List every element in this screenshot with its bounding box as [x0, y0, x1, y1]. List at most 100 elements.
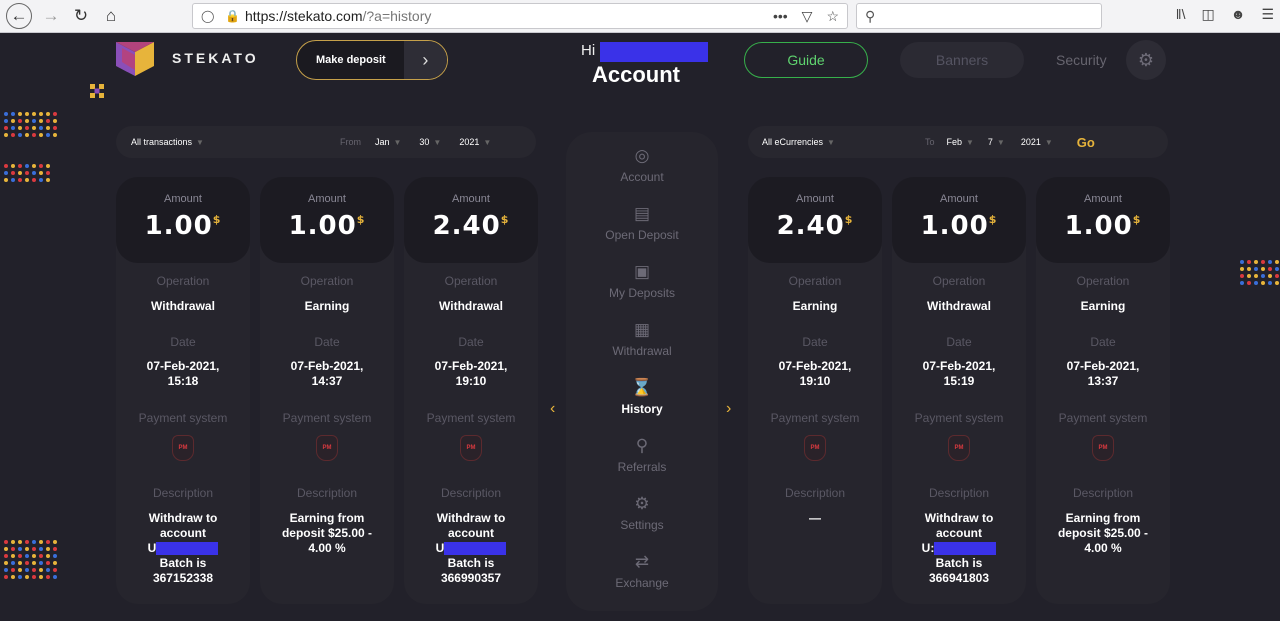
perfect-money-icon: PM — [948, 435, 970, 461]
page-title: Account — [592, 62, 680, 87]
make-deposit-label: Make deposit — [316, 54, 386, 66]
bookmark-star-icon[interactable]: ☆ — [826, 8, 839, 25]
to-year-select[interactable]: 2021 ▼ — [1021, 137, 1053, 147]
description-value: — — [809, 511, 821, 525]
hourglass-icon: ⌛ — [631, 378, 653, 397]
to-month-select[interactable]: Feb ▼ — [946, 137, 973, 147]
search-input[interactable]: ⚲ — [856, 3, 1102, 29]
menu-item-withdrawal[interactable]: ▦ Withdrawal — [566, 320, 718, 358]
date-value: 07-Feb-2021, 19:10 — [778, 359, 852, 388]
redacted-account — [156, 542, 219, 556]
next-arrow-icon[interactable]: › — [726, 400, 731, 418]
description-value: Withdraw to account U: Batch is 366941803 — [900, 511, 1018, 586]
shield-icon[interactable]: ◯ — [201, 9, 215, 23]
from-label: From — [339, 137, 361, 147]
perfect-money-icon: PM — [316, 435, 338, 461]
description-value: Withdraw to account U Batch is 366990357 — [435, 511, 507, 585]
chevron-down-icon: ▼ — [483, 137, 492, 147]
menu-item-my-deposits[interactable]: ▣ My Deposits — [566, 262, 718, 300]
pocket-icon[interactable]: ▽ — [802, 8, 813, 25]
guide-button[interactable]: Guide — [744, 42, 868, 78]
library-icon[interactable]: ‖\ — [1176, 6, 1186, 23]
description-label: Description — [152, 486, 214, 500]
ecurrency-select[interactable]: All eCurrencies ▼ — [762, 137, 835, 147]
gear-icon: ⚙ — [634, 494, 650, 513]
lock-icon[interactable]: 🔒 — [225, 9, 240, 23]
make-deposit-button[interactable]: Make deposit › — [296, 40, 448, 80]
transaction-type-select[interactable]: All transactions ▼ — [131, 137, 204, 147]
home-icon[interactable]: ⌂ — [98, 3, 124, 29]
amount-value: 2.40$ — [776, 211, 854, 241]
greeting: Hi — [581, 42, 596, 59]
perfect-money-icon: PM — [804, 435, 826, 461]
amount-label: Amount — [308, 193, 346, 205]
go-button[interactable]: Go — [1077, 135, 1095, 150]
currencies-filter: All eCurrencies ▼ To Feb ▼ 7 ▼ 2021 ▼ Go — [748, 126, 1168, 158]
date-label: Date — [802, 335, 828, 349]
menu-item-settings[interactable]: ⚙ Settings — [566, 494, 718, 532]
decorative-dots-top-left — [4, 112, 57, 137]
transactions-filter: All transactions ▼ From Jan ▼ 30 ▼ 2021 ▼ — [116, 126, 536, 158]
menu-item-account[interactable]: ◎ Account — [566, 146, 718, 184]
payment-system-label: Payment system — [1058, 411, 1148, 425]
perfect-money-icon: PM — [1092, 435, 1114, 461]
to-day-select[interactable]: 7 ▼ — [988, 137, 1005, 147]
stekato-logo-icon[interactable] — [116, 42, 154, 76]
description-label: Description — [784, 486, 846, 500]
menu-hamburger-icon[interactable]: ☰ — [1261, 6, 1274, 23]
perfect-money-icon: PM — [460, 435, 482, 461]
menu-item-history[interactable]: ⌛ History — [566, 378, 718, 416]
redacted-account — [934, 542, 997, 556]
amount-label: Amount — [796, 193, 834, 205]
banners-button[interactable]: Banners — [900, 42, 1024, 78]
transaction-card: Amount 1.00$ Operation Withdrawal Date 07… — [892, 177, 1026, 604]
payment-system-label: Payment system — [426, 411, 516, 425]
address-bar[interactable]: ◯ 🔒 https://stekato.com/?a=history ••• ▽… — [192, 3, 848, 29]
date-label: Date — [946, 335, 972, 349]
from-year-select[interactable]: 2021 ▼ — [459, 137, 491, 147]
account-circle-icon[interactable]: ☻ — [1231, 6, 1246, 23]
transaction-card: Amount 1.00$ Operation Earning Date 07-Fe… — [1036, 177, 1170, 604]
chevron-down-icon: ▼ — [996, 137, 1005, 147]
cross-badge-icon — [90, 84, 104, 98]
redacted-username — [600, 42, 708, 62]
date-value: 07-Feb-2021, 14:37 — [290, 359, 364, 388]
forward-arrow-icon[interactable]: → — [38, 3, 64, 29]
description-value: Earning from deposit $25.00 -4.00 % — [281, 511, 373, 555]
security-link[interactable]: Security — [1056, 52, 1107, 68]
chevron-down-icon: ▼ — [1044, 137, 1053, 147]
payment-system-label: Payment system — [282, 411, 372, 425]
from-day-select[interactable]: 30 ▼ — [419, 137, 441, 147]
payment-system-label: Payment system — [914, 411, 1004, 425]
sidebar-icon[interactable]: ◫ — [1201, 6, 1214, 23]
back-arrow-icon[interactable]: ← — [6, 3, 32, 29]
operation-label: Operation — [932, 274, 986, 288]
chevron-down-icon: ▼ — [827, 137, 835, 147]
chevron-down-icon: ▼ — [393, 137, 402, 147]
menu-item-open-deposit[interactable]: ▤ Open Deposit — [566, 204, 718, 242]
url-text[interactable]: https://stekato.com/?a=history — [245, 8, 431, 24]
brand-name[interactable]: STEKATO — [172, 50, 259, 66]
amount-value: 1.00$ — [288, 211, 366, 241]
menu-item-referrals[interactable]: ⚲ Referrals — [566, 436, 718, 474]
amount-label: Amount — [1084, 193, 1122, 205]
transaction-card: Amount 1.00$ Operation Earning Date 07-Fe… — [260, 177, 394, 604]
search-icon: ⚲ — [865, 7, 876, 24]
operation-value: Earning — [304, 299, 350, 313]
browser-toolbar: ← → ↻ ⌂ ◯ 🔒 https://stekato.com/?a=histo… — [0, 0, 1280, 33]
operation-label: Operation — [1076, 274, 1130, 288]
gear-icon[interactable]: ⚙ — [1126, 40, 1166, 80]
menu-item-exchange[interactable]: ⇄ Exchange — [566, 552, 718, 590]
chevron-down-icon: ▼ — [196, 137, 204, 147]
more-actions-icon[interactable]: ••• — [773, 8, 788, 25]
amount-label: Amount — [452, 193, 490, 205]
from-month-select[interactable]: Jan ▼ — [375, 137, 401, 147]
date-label: Date — [314, 335, 340, 349]
reload-icon[interactable]: ↻ — [68, 3, 94, 29]
description-value: Withdraw to account U Batch is 367152338 — [147, 511, 219, 585]
amount-value: 1.00$ — [1064, 211, 1142, 241]
chevron-down-icon: ▼ — [965, 137, 974, 147]
prev-arrow-icon[interactable]: ‹ — [550, 400, 555, 418]
coins-icon: ◎ — [634, 146, 650, 165]
transaction-card: Amount 2.40$ Operation Withdrawal Date 07… — [404, 177, 538, 604]
